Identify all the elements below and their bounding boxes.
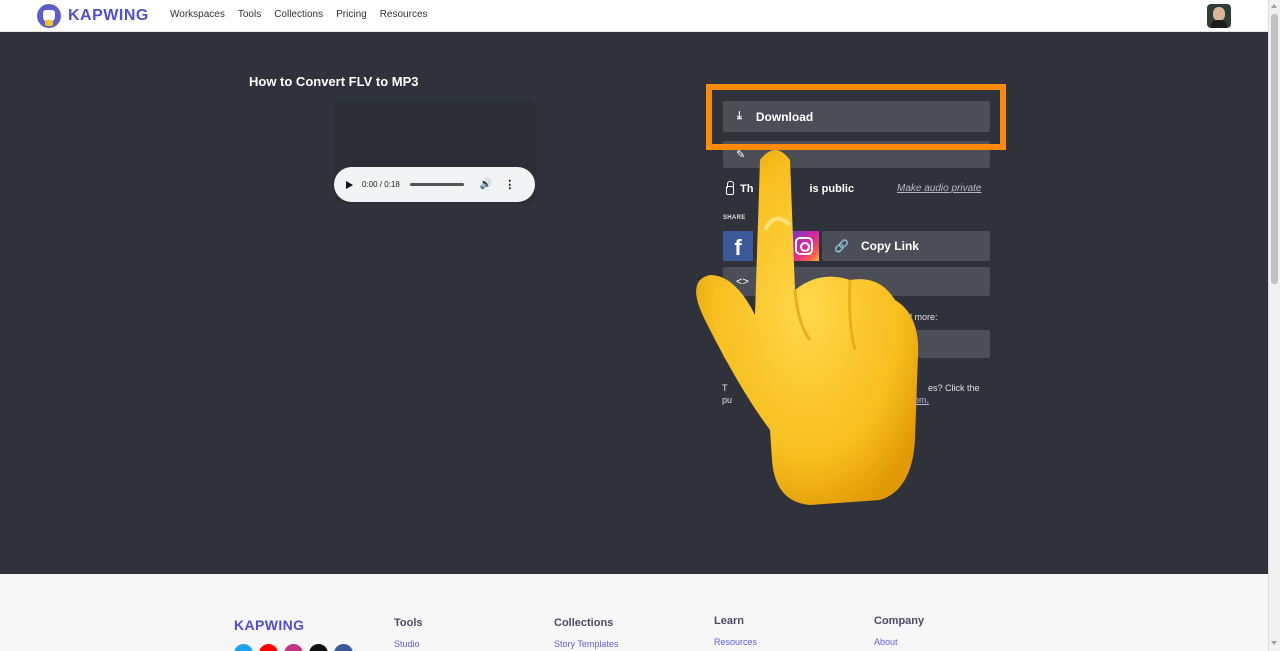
footer-link-studio[interactable]: Studio (394, 639, 423, 649)
kapwing-logo[interactable]: KAPWING (37, 4, 149, 28)
share-input-field[interactable] (723, 330, 990, 358)
twitter-icon[interactable] (234, 644, 253, 651)
footer-heading-learn: Learn (714, 615, 744, 627)
nav-resources[interactable]: Resources (380, 9, 428, 20)
footer-col-collections: Collections Story Templates (554, 617, 618, 649)
youtube-icon[interactable] (259, 644, 278, 651)
facebook-icon: f (734, 235, 742, 260)
download-highlight-box (706, 84, 1006, 150)
volume-icon[interactable]: 🔊 (480, 179, 492, 190)
scroll-up-icon[interactable] (1271, 4, 1277, 8)
audio-time: 0:00 / 0:18 (362, 180, 400, 189)
user-avatar[interactable] (1207, 4, 1231, 28)
nav-workspaces[interactable]: Workspaces (170, 9, 225, 20)
help-note-right: es? Click the (928, 383, 980, 393)
help-note-line-1: T es? Click the (722, 381, 992, 395)
footer-logo[interactable]: KAPWING (234, 617, 304, 633)
footer-col-learn: Learn Resources (714, 615, 757, 647)
nav-pricing[interactable]: Pricing (336, 9, 367, 20)
facebook-share-button[interactable]: f (723, 231, 753, 261)
kapwing-logo-icon (37, 4, 61, 28)
logo-text: KAPWING (68, 7, 149, 24)
footer-heading-collections: Collections (554, 617, 614, 629)
nav-collections[interactable]: Collections (274, 9, 323, 20)
audio-progress-bar[interactable] (409, 183, 464, 186)
privacy-status: Th is public (726, 181, 855, 195)
footer: KAPWING Tools Studio Collections Story T… (0, 574, 1268, 651)
footer-col-tools: Tools Studio (394, 617, 423, 649)
share-label: SHARE (723, 215, 746, 221)
embed-code-icon: <> (736, 275, 749, 288)
facebook-footer-icon[interactable] (334, 644, 353, 651)
lock-icon (726, 181, 734, 195)
copy-link-button[interactable]: 🔗 Copy Link (822, 231, 990, 261)
instagram-icon (795, 237, 813, 255)
footer-heading-company: Company (874, 615, 925, 627)
scroll-thumb[interactable] (1271, 14, 1278, 284)
link-icon: 🔗 (834, 239, 849, 253)
top-navbar: KAPWING Workspaces Tools Collections Pri… (0, 0, 1268, 32)
social-links (234, 644, 353, 651)
embed-button[interactable]: <> (723, 267, 990, 296)
scroll-down-icon[interactable] (1271, 641, 1277, 645)
footer-link-resources[interactable]: Resources (714, 637, 757, 647)
footer-heading-tools: Tools (394, 617, 423, 629)
page-title: How to Convert FLV to MP3 (249, 74, 419, 89)
more-options-icon[interactable]: ⋮ (504, 178, 515, 191)
footer-col-company: Company About (874, 615, 924, 647)
email-link-text: g.com (902, 395, 927, 405)
audio-player[interactable]: 0:00 / 0:18 🔊 ⋮ (334, 167, 535, 202)
footer-link-about[interactable]: About (874, 637, 924, 647)
make-private-link[interactable]: Make audio private (897, 183, 982, 194)
footer-link-story-templates[interactable]: Story Templates (554, 639, 618, 649)
help-note-end: . (926, 395, 930, 405)
copy-link-label: Copy Link (860, 239, 919, 253)
privacy-text-start: Th (740, 183, 754, 195)
more-options-text: nd more: (902, 312, 938, 322)
page-scrollbar[interactable] (1268, 0, 1280, 651)
help-note-email-link[interactable]: g.com. (902, 395, 929, 405)
help-note-line-2: pu (722, 395, 733, 405)
main-nav: Workspaces Tools Collections Pricing Res… (170, 9, 428, 20)
help-note-start: T (722, 383, 728, 393)
privacy-text-end: is public (809, 183, 855, 195)
instagram-footer-icon[interactable] (284, 644, 303, 651)
play-icon[interactable] (346, 180, 353, 189)
nav-tools[interactable]: Tools (238, 9, 261, 20)
instagram-share-button[interactable] (789, 231, 819, 261)
tiktok-icon[interactable] (309, 644, 328, 651)
